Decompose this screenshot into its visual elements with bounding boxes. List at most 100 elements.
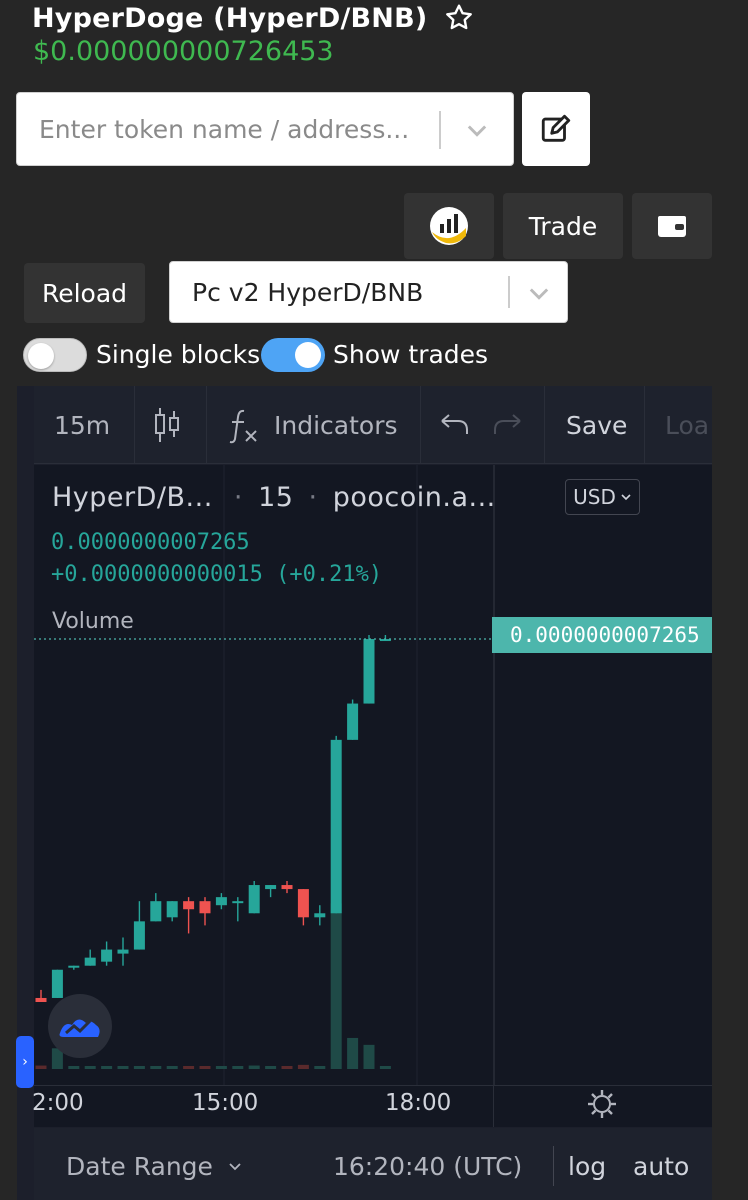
function-icon: [229, 409, 257, 444]
pair-select-value: Pc v2 HyperD/BNB: [192, 278, 424, 307]
volume-bar: [101, 1066, 113, 1069]
edit-button[interactable]: [522, 92, 590, 166]
volume-bar: [35, 1065, 47, 1069]
log-scale-button[interactable]: log: [568, 1152, 606, 1181]
volume-bar: [314, 1066, 326, 1069]
pair-select[interactable]: Pc v2 HyperD/BNB: [169, 261, 568, 323]
currency-select[interactable]: USD: [565, 479, 640, 515]
candle-body: [297, 889, 309, 918]
token-title: HyperDoge (HyperD/BNB): [32, 2, 428, 34]
chevron-right-icon: ›: [22, 1054, 28, 1070]
candle-body: [183, 901, 195, 910]
candle-body: [199, 901, 211, 914]
load-button[interactable]: Loa: [665, 386, 709, 464]
token-search-box[interactable]: [16, 92, 514, 166]
volume-bar: [347, 1037, 359, 1069]
candle-body: [314, 913, 326, 918]
candle-body: [215, 897, 227, 906]
candle-body: [281, 885, 293, 890]
redo-icon: [494, 414, 521, 434]
volume-bar: [232, 1066, 244, 1069]
tradingview-logo[interactable]: [48, 994, 112, 1058]
interval-button[interactable]: 15m: [54, 386, 110, 464]
undo-icon: [441, 414, 468, 434]
chevron-down-icon: [229, 1163, 241, 1171]
volume-bar: [199, 1066, 211, 1069]
chart-legend: HyperD/B... · 15 · poocoin.a...: [52, 482, 496, 513]
indicators-label: Indicators: [274, 410, 398, 440]
expand-sidebar-tab[interactable]: ›: [16, 1036, 34, 1088]
candle-body: [51, 969, 63, 998]
wallet-button[interactable]: [632, 193, 712, 259]
search-divider: [439, 111, 441, 149]
candle-body: [232, 901, 244, 904]
legend-change: +0.0000000000015 (+0.21%): [51, 562, 383, 587]
volume-bar: [117, 1066, 129, 1069]
candle-body: [330, 739, 342, 914]
chevron-down-icon: [621, 494, 631, 501]
save-button[interactable]: Save: [566, 386, 627, 464]
candle-body: [68, 965, 80, 968]
chart-pane[interactable]: [34, 465, 712, 1085]
chevron-down-icon[interactable]: [463, 116, 491, 144]
candles-icon: [155, 408, 179, 442]
pair-select-divider: [508, 276, 510, 308]
redo-button[interactable]: [492, 386, 524, 464]
undo-button[interactable]: [438, 386, 470, 464]
candlestick-chart[interactable]: [34, 465, 712, 1085]
candle-body: [133, 921, 145, 950]
volume-bar: [297, 1064, 309, 1069]
volume-bar: [330, 903, 342, 1069]
chevron-down-icon[interactable]: [525, 279, 553, 307]
volume-bar: [281, 1066, 293, 1069]
token-price: $0.000000000726453: [33, 36, 334, 67]
volume-bar: [215, 1066, 227, 1069]
volume-bar: [166, 1066, 178, 1069]
show-trades-toggle[interactable]: [261, 338, 325, 372]
wallet-icon: [658, 216, 686, 237]
volume-bar: [363, 1044, 375, 1069]
utc-time: 16:20:40 (UTC): [333, 1152, 523, 1181]
volume-bar: [68, 1066, 80, 1069]
tradingview-logo-icon: [59, 1019, 100, 1037]
token-search-input[interactable]: [17, 93, 437, 165]
chart-toolbar: 15m Indicators Save Loa: [34, 386, 712, 464]
legend-interval: 15: [258, 482, 294, 513]
reload-button[interactable]: Reload: [24, 263, 145, 323]
chart-button[interactable]: [404, 193, 494, 259]
settings-icon[interactable]: [586, 1088, 618, 1120]
chart-logo-icon: [430, 207, 468, 245]
time-axis-label: 2:00: [32, 1090, 84, 1116]
legend-price: 0.0000000007265: [51, 530, 250, 555]
candle-body: [363, 639, 375, 704]
edit-icon: [541, 114, 571, 142]
time-axis-label: 18:00: [385, 1090, 452, 1116]
volume-bar: [150, 1066, 162, 1069]
volume-bar: [84, 1066, 96, 1069]
candle-body: [117, 949, 129, 954]
legend-volume-label: Volume: [52, 609, 134, 634]
star-icon[interactable]: [443, 2, 475, 34]
time-axis-label: 15:00: [192, 1090, 259, 1116]
single-blocks-label: Single blocks: [96, 340, 261, 369]
volume-bar: [133, 1066, 145, 1069]
date-range-label: Date Range: [66, 1152, 213, 1181]
volume-bar: [183, 1066, 195, 1069]
candle-body: [101, 949, 113, 962]
volume-bar: [379, 1066, 391, 1069]
trade-button[interactable]: Trade: [503, 193, 623, 259]
show-trades-label: Show trades: [333, 340, 489, 369]
candle-body: [150, 901, 162, 922]
date-range-button[interactable]: Date Range: [66, 1152, 243, 1181]
candle-body: [265, 885, 277, 890]
single-blocks-toggle[interactable]: [23, 338, 87, 372]
candle-body: [248, 885, 260, 914]
candle-body: [35, 997, 47, 1002]
candle-style-button[interactable]: [152, 386, 182, 464]
candle-body: [84, 957, 96, 966]
candle-body: [347, 703, 359, 740]
indicators-button[interactable]: Indicators: [228, 386, 398, 464]
currency-value: USD: [573, 485, 616, 509]
auto-scale-button[interactable]: auto: [633, 1152, 689, 1181]
current-price-label: 0.0000000007265: [492, 617, 712, 653]
